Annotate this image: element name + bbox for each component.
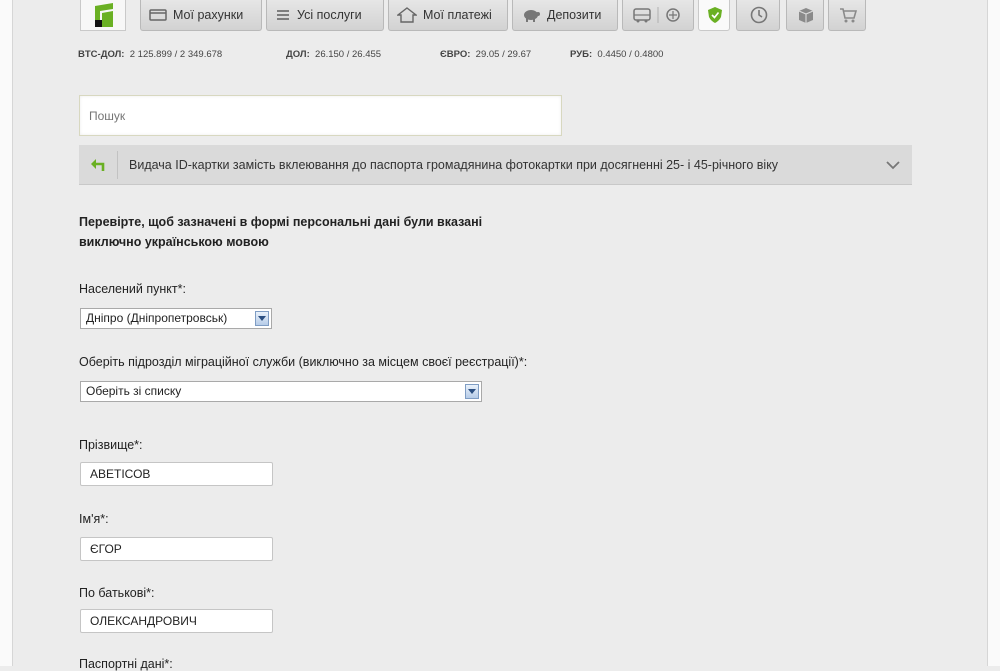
surname-label: Прізвище*: bbox=[79, 438, 143, 452]
rate-eur: ЄВРО: 29.05 / 29.67 bbox=[440, 49, 532, 60]
shield-icon bbox=[708, 7, 722, 23]
city-select-value: Дніпро (Дніпропетровськ) bbox=[86, 311, 228, 325]
service-title: Видача ID-картки замість вклеювання до п… bbox=[129, 158, 779, 172]
notice-line-1: Перевірте, щоб зазначені в формі персона… bbox=[79, 215, 483, 229]
notice-line-2: виключно українською мовою bbox=[79, 235, 269, 249]
expand-button[interactable] bbox=[879, 155, 907, 175]
rate-btc: BTC-ДОЛ: 2 125.899 / 2 349.678 bbox=[78, 49, 223, 60]
office-select[interactable]: Оберіть зі списку bbox=[80, 381, 482, 402]
office-select-value: Оберіть зі списку bbox=[86, 384, 182, 398]
transport-icon bbox=[633, 7, 680, 23]
tab-archive[interactable] bbox=[786, 0, 824, 31]
list-icon bbox=[277, 10, 289, 20]
office-label: Оберіть підрозділ міграційної служби (ви… bbox=[79, 355, 528, 369]
divider bbox=[117, 151, 118, 179]
cart-icon bbox=[840, 8, 857, 23]
tab-all-services[interactable]: Усі послуги bbox=[266, 0, 384, 31]
tab-history[interactable] bbox=[736, 0, 780, 31]
tab-label: Усі послуги bbox=[297, 8, 362, 22]
tab-security[interactable] bbox=[698, 0, 730, 31]
tab-my-accounts[interactable]: Мої рахунки bbox=[140, 0, 262, 31]
patronymic-field[interactable]: ОЛЕКСАНДРОВИЧ bbox=[80, 609, 273, 633]
tab-transport[interactable] bbox=[622, 0, 694, 31]
rate-usd: ДОЛ: 26.150 / 26.455 bbox=[286, 49, 382, 60]
surname-field[interactable]: АВЕТІСОВ bbox=[80, 462, 273, 486]
language-notice: Перевірте, щоб зазначені в формі персона… bbox=[79, 212, 639, 252]
box-icon bbox=[798, 8, 814, 23]
tab-shop[interactable] bbox=[828, 0, 866, 31]
back-arrow-icon bbox=[91, 159, 105, 171]
city-label: Населений пункт*: bbox=[79, 282, 186, 296]
tab-label: Мої рахунки bbox=[173, 8, 244, 22]
name-label: Ім'я*: bbox=[79, 512, 109, 526]
search-input[interactable] bbox=[79, 95, 562, 136]
tab-my-payments[interactable]: Мої платежі bbox=[388, 0, 508, 31]
dropdown-arrow-icon bbox=[465, 384, 479, 399]
tab-label: Мої платежі bbox=[423, 8, 492, 22]
rate-rub: РУБ: 0.4450 / 0.4800 bbox=[570, 49, 664, 60]
privatbank-logo[interactable] bbox=[80, 0, 126, 31]
house-icon bbox=[397, 7, 417, 23]
clock-icon bbox=[750, 6, 768, 24]
back-button[interactable] bbox=[79, 145, 117, 185]
right-margin bbox=[987, 0, 1000, 666]
tab-deposits[interactable]: Депозити bbox=[512, 0, 618, 31]
tab-label: Депозити bbox=[547, 8, 602, 22]
piggy-bank-icon bbox=[524, 10, 540, 22]
city-select[interactable]: Дніпро (Дніпропетровськ) bbox=[80, 308, 272, 329]
chevron-down-icon bbox=[886, 161, 900, 170]
dropdown-arrow-icon bbox=[255, 311, 269, 326]
top-navigation: Мої рахунки Усі послуги Мої платежі Депо… bbox=[0, 0, 1000, 32]
service-topic-bar: Видача ID-картки замість вклеювання до п… bbox=[79, 145, 912, 185]
wallet-icon bbox=[149, 9, 167, 21]
name-field[interactable]: ЄГОР bbox=[80, 537, 273, 561]
passport-label: Паспортні дані*: bbox=[79, 657, 173, 671]
left-margin bbox=[0, 0, 13, 666]
logo-icon bbox=[95, 3, 113, 27]
patronymic-label: По батькові*: bbox=[79, 586, 155, 600]
